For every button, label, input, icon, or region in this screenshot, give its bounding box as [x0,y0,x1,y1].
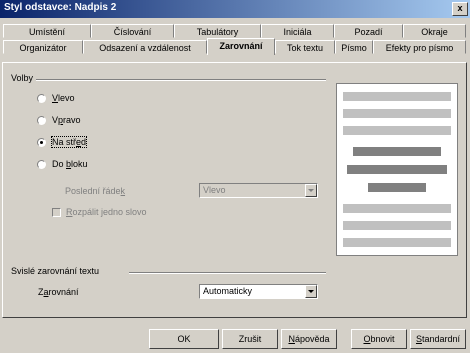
expand-word-checkbox[interactable] [52,208,61,217]
tab-tabulatory[interactable]: Tabulátory [174,24,261,38]
preview-line [343,92,451,101]
preview-line-active [353,147,441,156]
last-line-value: Vlevo [203,185,226,195]
preview-line [343,238,451,247]
vertical-align-value: Automaticky [203,286,253,296]
vertical-separator [129,272,326,274]
radio-center-label: Na střed [50,136,88,148]
window-title: Styl odstavce: Nadpis 2 [4,2,117,13]
chevron-down-icon[interactable] [305,285,317,298]
title-bar: Styl odstavce: Nadpis 2 x [0,0,470,18]
radio-justify-label: Do bloku [52,159,88,169]
close-button[interactable]: x [452,2,468,16]
expand-word-label: Rozpálit jedno slovo [66,207,147,217]
preview-line [343,221,451,230]
preview-line [343,204,451,213]
vertical-group-label: Svislé zarovnání textu [11,266,103,276]
ok-button[interactable]: OK [149,329,219,349]
radio-right-label: Vpravo [52,115,81,125]
preview-line [343,126,451,135]
tab-odsazeni[interactable]: Odsazení a vzdálenost [83,40,207,54]
cancel-button[interactable]: Zrušit [222,329,278,349]
radio-center[interactable] [37,138,46,147]
tab-okraje[interactable]: Okraje [403,24,466,38]
tab-efekty[interactable]: Efekty pro písmo [373,40,466,54]
radio-center-dot [40,141,43,144]
tab-pozadi[interactable]: Pozadí [334,24,403,38]
radio-left[interactable] [37,94,46,103]
help-button[interactable]: Nápověda [281,329,337,349]
radio-right[interactable] [37,116,46,125]
preview-line-active [368,183,426,192]
radio-justify[interactable] [37,160,46,169]
tab-organizator[interactable]: Organizátor [3,40,83,54]
last-line-label: Poslední řádek [65,186,126,196]
tab-tok-textu[interactable]: Tok textu [275,40,335,54]
radio-left-label: Vlevo [52,93,75,103]
preview-line-active [347,165,447,174]
tab-cislovani[interactable]: Číslování [91,24,174,38]
options-group-label: Volby [11,73,37,83]
vertical-align-label: Zarovnání [38,287,79,297]
vertical-align-select[interactable]: Automaticky [199,284,318,299]
reset-button[interactable]: Obnovit [351,329,407,349]
standard-button[interactable]: Standardní [410,329,466,349]
tab-pismo[interactable]: Písmo [335,40,373,54]
tab-inicala[interactable]: Iniciála [261,24,334,38]
last-line-select[interactable]: Vlevo [199,183,318,198]
alignment-preview [336,83,458,256]
tab-umisteni[interactable]: Umístění [3,24,91,38]
options-separator [28,79,326,81]
chevron-down-icon[interactable] [305,184,317,197]
tab-zarovnani[interactable]: Zarovnání [207,38,275,55]
preview-line [343,109,451,118]
